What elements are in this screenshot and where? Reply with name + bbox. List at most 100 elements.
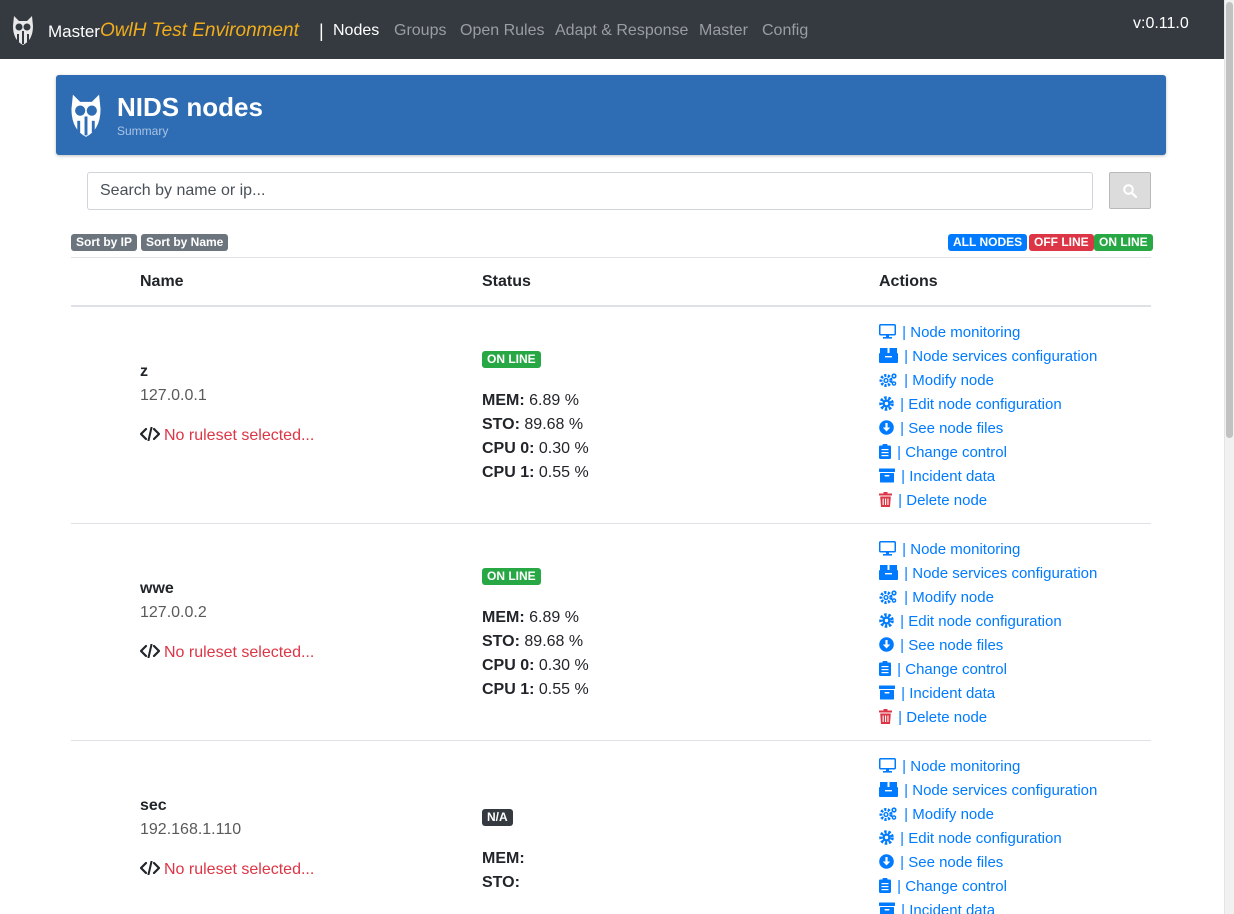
modify-node-link[interactable]: | Modify node [879,806,994,825]
sort-by-ip-button[interactable]: Sort by IP [71,234,138,251]
cogs-icon [879,589,898,608]
metric-value: 0.55 % [538,464,589,481]
metric-value: 6.89 % [529,392,579,409]
node-ip: 192.168.1.110 [140,821,242,838]
metric-value: 0.30 % [538,657,589,674]
nav-config[interactable]: Config [762,22,808,40]
modify-node-link[interactable]: | Modify node [879,372,994,391]
delete-node-link[interactable]: | Delete node [879,492,987,511]
column-header-actions: Actions [879,273,938,290]
node-name[interactable]: wwe [140,580,174,598]
filter-all-nodes-button[interactable]: ALL NODES [948,234,1028,251]
metric-value: 0.30 % [538,440,589,457]
clipboard-icon [879,878,891,897]
cog-icon [879,613,894,632]
page-title: NIDS nodes [117,92,263,122]
metric-label: STO: [482,416,520,433]
nav-nodes[interactable]: Nodes [333,22,379,40]
modify-node-link[interactable]: | Modify node [879,589,994,608]
filter-offline-button[interactable]: OFF LINE [1029,234,1094,251]
action-label: | See node files [900,420,1004,437]
node-ip: 127.0.0.1 [140,387,207,404]
nav-adapt-response[interactable]: Adapt & Response [555,22,688,40]
action-label: | See node files [900,637,1004,654]
ruleset-status[interactable]: No ruleset selected... [140,427,314,445]
node-metric: MEM: 6.89 % [482,609,579,627]
metric-label: MEM: [482,392,525,409]
action-label: | Edit node configuration [900,613,1062,630]
metric-label: MEM: [482,850,525,867]
owl-logo-icon [71,94,101,137]
node-metric: CPU 1: 0.55 % [482,681,589,699]
ruleset-status[interactable]: No ruleset selected... [140,644,314,662]
node-name[interactable]: z [140,363,148,381]
node-ip: 127.0.0.2 [140,604,207,621]
environment-name[interactable]: OwlH Test Environment [100,20,299,42]
ruleset-status[interactable]: No ruleset selected... [140,861,314,879]
change-control-link[interactable]: | Change control [879,444,1007,463]
download-icon [879,637,894,656]
edit-node-configuration-link[interactable]: | Edit node configuration [879,830,1062,849]
incident-data-link[interactable]: | Incident data [879,685,995,704]
node-metric: CPU 0: 0.30 % [482,657,589,675]
search-button[interactable] [1109,172,1151,209]
node-services-configuration-link[interactable]: | Node services configuration [879,782,1097,801]
trash-icon [879,709,892,728]
action-label: | Edit node configuration [900,396,1062,413]
edit-node-configuration-link[interactable]: | Edit node configuration [879,613,1062,632]
node-services-configuration-link[interactable]: | Node services configuration [879,565,1097,584]
action-label: | See node files [900,854,1004,871]
node-metric: STO: [482,874,520,892]
nav-master[interactable]: Master [699,22,748,40]
change-control-link[interactable]: | Change control [879,878,1007,897]
brand-separator: | [319,21,324,41]
see-node-files-link[interactable]: | See node files [879,420,1003,439]
see-node-files-link[interactable]: | See node files [879,637,1003,656]
code-icon [140,644,164,661]
metric-label: CPU 1: [482,681,535,698]
owl-logo-icon[interactable] [12,14,34,46]
table-row: z 127.0.0.1 No ruleset selected... ON LINE M… [0,307,1224,524]
see-node-files-link[interactable]: | See node files [879,854,1003,873]
cog-icon [879,396,894,415]
delete-node-link[interactable]: | Delete node [879,709,987,728]
code-icon [140,427,164,444]
nav-groups[interactable]: Groups [394,22,446,40]
node-name[interactable]: sec [140,797,167,815]
action-label: | Delete node [898,709,988,726]
incident-data-link[interactable]: | Incident data [879,902,995,914]
node-monitoring-link[interactable]: | Node monitoring [879,324,1020,343]
action-label: | Change control [897,661,1007,678]
search-icon [1123,184,1137,198]
node-services-configuration-link[interactable]: | Node services configuration [879,348,1097,367]
action-label: | Node monitoring [902,541,1021,558]
brand-prefix[interactable]: Master [48,22,100,42]
cogs-icon [879,372,898,391]
sort-by-name-button[interactable]: Sort by Name [141,234,229,251]
change-control-link[interactable]: | Change control [879,661,1007,680]
column-header-status: Status [482,273,531,290]
node-monitoring-link[interactable]: | Node monitoring [879,758,1020,777]
node-status-badge: N/A [482,809,513,826]
nav-open-rules[interactable]: Open Rules [460,22,545,40]
archive-icon [879,468,895,487]
incident-data-link[interactable]: | Incident data [879,468,995,487]
metric-label: STO: [482,633,520,650]
monitor-icon [879,541,896,560]
metric-label: STO: [482,874,520,891]
clipboard-icon [879,444,891,463]
table-top-border [71,257,1151,258]
page-subtitle: Summary [117,124,169,138]
archive-icon [879,685,895,704]
boxes-icon [879,348,898,367]
filter-online-button[interactable]: ON LINE [1094,234,1153,251]
edit-node-configuration-link[interactable]: | Edit node configuration [879,396,1062,415]
action-label: | Modify node [904,806,994,823]
download-icon [879,420,894,439]
action-label: | Modify node [904,589,994,606]
node-monitoring-link[interactable]: | Node monitoring [879,541,1020,560]
node-status-badge: ON LINE [482,351,541,368]
page-scrollbar-thumb[interactable] [1226,2,1233,438]
search-input[interactable] [87,172,1093,210]
version-label: v:0.11.0 [1133,15,1189,32]
